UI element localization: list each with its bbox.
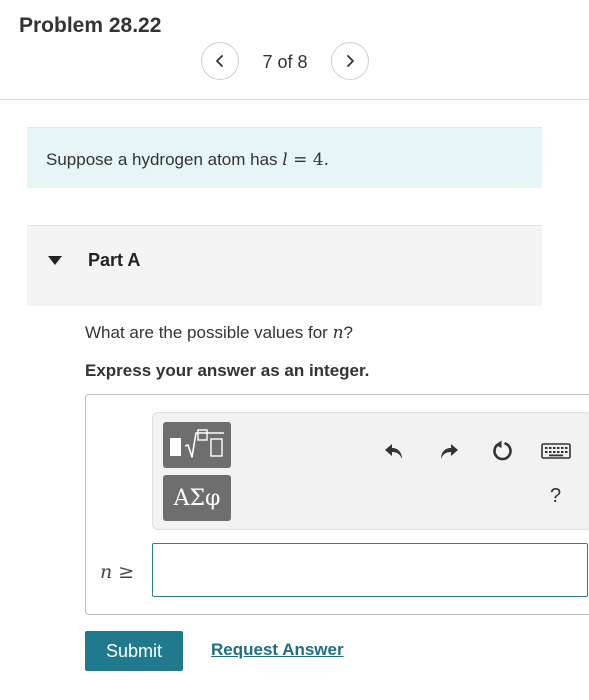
chevron-right-icon (347, 55, 354, 67)
submit-button[interactable]: Submit (85, 631, 183, 671)
problem-title: Problem 28.22 (19, 14, 162, 37)
undo-icon[interactable] (382, 439, 406, 463)
math-toolbar: ΑΣφ ? (152, 412, 589, 530)
templates-button[interactable] (163, 422, 231, 468)
keyboard-icon[interactable] (541, 439, 571, 463)
request-answer-link[interactable]: Request Answer (211, 640, 344, 660)
question-suffix: ? (343, 323, 353, 342)
intro-suffix: . (323, 150, 330, 170)
answer-label-operator: ≥ (112, 561, 135, 583)
reset-icon[interactable] (491, 439, 515, 463)
problem-intro: Suppose a hydrogen atom has l = 4. (27, 127, 542, 188)
answer-label-variable: n (100, 561, 113, 583)
symbols-button[interactable]: ΑΣφ (163, 475, 231, 521)
intro-value: 4 (312, 150, 324, 170)
header-divider (0, 99, 589, 100)
answer-instruction: Express your answer as an integer. (85, 361, 370, 380)
chevron-left-icon (216, 55, 223, 67)
intro-equals: = (287, 150, 313, 170)
help-button[interactable]: ? (550, 485, 561, 508)
next-problem-button[interactable] (331, 42, 369, 80)
question-prefix: What are the possible values for (85, 323, 333, 342)
answer-input[interactable] (152, 543, 588, 597)
question-text: What are the possible values for n? (85, 323, 353, 343)
previous-problem-button[interactable] (201, 42, 239, 80)
answer-panel: ΑΣφ ? n ≥ (85, 394, 589, 615)
question-variable: n (332, 323, 344, 343)
part-title: Part A (88, 250, 141, 270)
templates-icon (170, 429, 224, 458)
intro-text: Suppose a hydrogen atom has l = 4. (46, 150, 329, 170)
part-a-header[interactable]: Part A (27, 225, 542, 306)
caret-down-icon (48, 256, 62, 265)
redo-icon[interactable] (437, 439, 461, 463)
intro-prefix: Suppose a hydrogen atom has (46, 150, 283, 169)
problem-position: 7 of 8 (262, 52, 308, 72)
answer-label: n ≥ (100, 561, 134, 584)
